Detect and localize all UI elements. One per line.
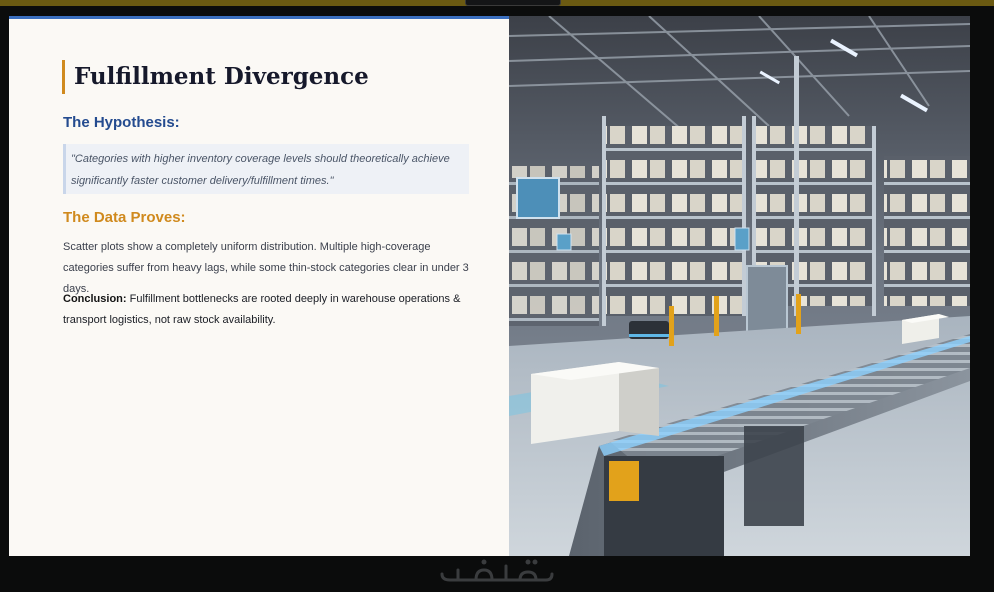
hypothesis-quote: "Categories with higher inventory covera…: [63, 144, 469, 194]
window-tab[interactable]: [465, 0, 561, 6]
presentation-slide: Fulfillment Divergence The Hypothesis: "…: [9, 16, 970, 556]
slide-text-panel: Fulfillment Divergence The Hypothesis: "…: [9, 16, 509, 556]
conclusion-label: Conclusion:: [63, 293, 127, 305]
warehouse-conveyor-photo: [509, 16, 970, 556]
hypothesis-heading: The Hypothesis:: [63, 114, 180, 131]
khamsat-logo: [440, 559, 554, 582]
conclusion-text: Conclusion: Fulfillment bottlenecks are …: [63, 289, 475, 331]
slide-title: Fulfillment Divergence: [62, 60, 369, 94]
data-heading: The Data Proves:: [63, 209, 186, 226]
